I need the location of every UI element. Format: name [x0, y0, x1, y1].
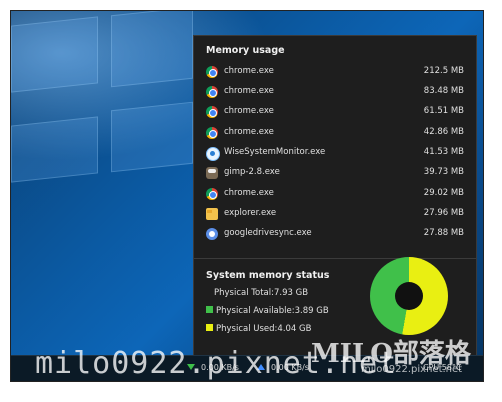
process-name: gimp-2.8.exe	[224, 167, 280, 177]
screenshot-frame: Memory usage chrome.exe 212.5 MB chrome.…	[10, 10, 484, 382]
process-row[interactable]: gimp-2.8.exe 39.73 MB	[206, 164, 464, 184]
chrome-icon	[206, 127, 218, 139]
system-memory-status-title: System memory status	[206, 270, 330, 281]
process-row[interactable]: chrome.exe 29.02 MB	[206, 185, 464, 205]
gimp-icon	[206, 167, 218, 179]
process-name: WiseSystemMonitor.exe	[224, 147, 326, 157]
process-memory: 27.88 MB	[423, 228, 464, 238]
process-row[interactable]: chrome.exe 212.5 MB	[206, 63, 464, 83]
process-row[interactable]: chrome.exe 83.48 MB	[206, 83, 464, 103]
process-row[interactable]: googledrivesync.exe 27.88 MB	[206, 225, 464, 245]
process-name: googledrivesync.exe	[224, 228, 312, 238]
used-color-swatch	[206, 324, 213, 331]
physical-used: Physical Used:4.04 GB	[216, 324, 312, 334]
chrome-icon	[206, 86, 218, 98]
process-memory: 27.96 MB	[423, 208, 464, 218]
memory-usage-donut-chart	[370, 257, 448, 335]
process-memory: 212.5 MB	[423, 66, 464, 76]
desktop-window-pane	[11, 116, 98, 183]
process-row[interactable]: chrome.exe 61.51 MB	[206, 103, 464, 123]
process-row[interactable]: explorer.exe 27.96 MB	[206, 205, 464, 225]
available-color-swatch	[206, 306, 213, 313]
process-name: chrome.exe	[224, 127, 274, 137]
process-name: chrome.exe	[224, 188, 274, 198]
google-drive-sync-icon	[206, 228, 218, 240]
physical-total: Physical Total:7.93 GB	[214, 288, 309, 298]
process-row[interactable]: WiseSystemMonitor.exe 41.53 MB	[206, 144, 464, 164]
section-divider	[194, 258, 476, 259]
process-name: chrome.exe	[224, 106, 274, 116]
chrome-icon	[206, 106, 218, 118]
chrome-icon	[206, 66, 218, 78]
desktop-window-pane	[111, 101, 193, 173]
chrome-icon	[206, 188, 218, 200]
memory-monitor-panel: Memory usage chrome.exe 212.5 MB chrome.…	[193, 35, 477, 375]
process-name: chrome.exe	[224, 86, 274, 96]
physical-used-row: Physical Used:4.04 GB	[206, 324, 311, 334]
process-memory: 29.02 MB	[423, 188, 464, 198]
physical-available: Physical Available:3.89 GB	[216, 306, 329, 316]
desktop-window-pane	[111, 11, 193, 88]
process-memory: 83.48 MB	[423, 86, 464, 96]
process-memory: 39.73 MB	[423, 167, 464, 177]
process-row[interactable]: chrome.exe 42.86 MB	[206, 124, 464, 144]
process-memory: 42.86 MB	[423, 127, 464, 137]
process-memory: 41.53 MB	[423, 147, 464, 157]
wise-system-monitor-icon	[206, 147, 220, 161]
folder-icon	[206, 208, 218, 220]
process-name: explorer.exe	[224, 208, 277, 218]
process-name: chrome.exe	[224, 66, 274, 76]
process-memory: 61.51 MB	[423, 106, 464, 116]
desktop-window-pane	[11, 16, 98, 93]
physical-available-row: Physical Available:3.89 GB	[206, 306, 329, 316]
watermark-small-url: milo0922.pixnet.net	[361, 364, 463, 375]
memory-usage-title: Memory usage	[206, 45, 285, 56]
